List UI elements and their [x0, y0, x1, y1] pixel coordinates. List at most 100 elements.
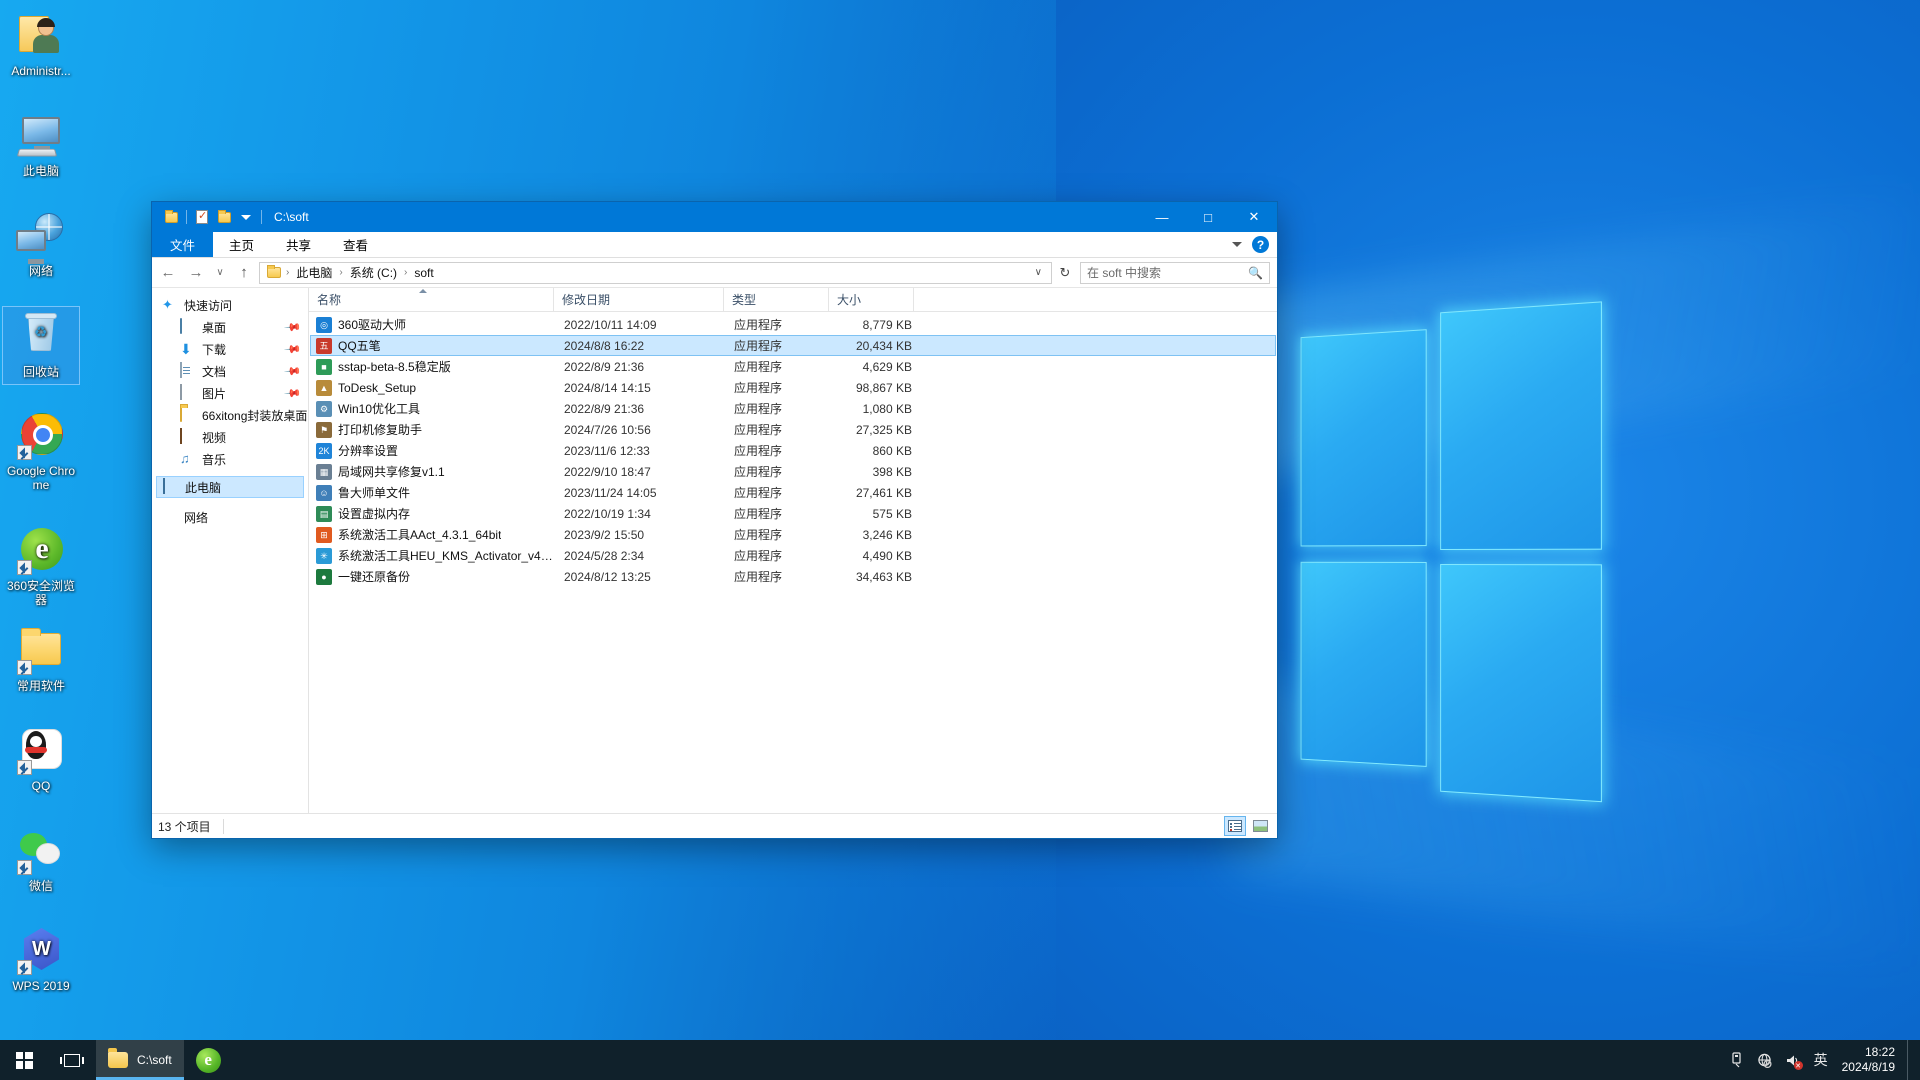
desktop-icon-recycle-bin[interactable]: ♻ 回收站: [2, 306, 80, 385]
customize-dropdown-icon[interactable]: [235, 206, 257, 228]
tab-share[interactable]: 共享: [270, 232, 327, 257]
task-view-button[interactable]: [48, 1040, 96, 1080]
ime-icon[interactable]: 英: [1808, 1040, 1834, 1080]
details-view-button[interactable]: [1224, 816, 1246, 836]
table-row[interactable]: ✳ 系统激活工具HEU_KMS_Activator_v42.... 2024/5/2…: [310, 545, 1276, 566]
tab-view[interactable]: 查看: [327, 232, 384, 257]
show-desktop-button[interactable]: [1907, 1040, 1914, 1080]
taskbar-item-360-browser[interactable]: e: [184, 1040, 233, 1080]
file-name-cell: ▤ 设置虚拟内存: [311, 505, 556, 522]
file-list-pane[interactable]: 名称 修改日期 类型 大小 ◎ 360驱动大师 2022/10/11 14:09 应用…: [309, 287, 1277, 813]
sidebar-item-downloads[interactable]: ⬇ 下载 📌: [152, 338, 308, 360]
file-type-cell: 应用程序: [734, 570, 783, 584]
refresh-button[interactable]: ↻: [1054, 262, 1076, 284]
mute-badge: ✕: [1793, 1061, 1803, 1070]
address-dropdown-icon[interactable]: ∨: [1030, 267, 1047, 278]
desktop-icon-network[interactable]: 网络: [2, 206, 80, 283]
desktop-icon-label: 常用软件: [16, 679, 65, 693]
desktop-icon-this-pc[interactable]: 此电脑: [2, 106, 80, 183]
navigation-pane[interactable]: ✦ 快速访问 桌面 📌 ⬇ 下载 📌 文档 📌 图片 📌 66xitong封装放…: [152, 288, 309, 813]
minimize-button[interactable]: —: [1139, 202, 1185, 232]
up-button[interactable]: ↑: [231, 261, 257, 285]
pin-icon[interactable]: 📌: [284, 340, 303, 358]
properties-icon[interactable]: [191, 206, 213, 228]
search-input[interactable]: 在 soft 中搜索 🔍: [1080, 261, 1270, 284]
volume-muted-icon[interactable]: ✕: [1780, 1040, 1806, 1080]
table-row[interactable]: 五 QQ五笔 2024/8/8 16:22 应用程序 20,434 KB: [310, 335, 1276, 356]
forward-button[interactable]: →: [183, 261, 209, 285]
sidebar-item-documents[interactable]: 文档 📌: [152, 360, 308, 382]
file-date-cell: 2022/8/9 21:36: [564, 401, 645, 416]
desktop-icon-label: Administr...: [11, 64, 71, 78]
pin-icon[interactable]: 📌: [284, 318, 303, 336]
file-type-cell: 应用程序: [734, 465, 783, 479]
address-bar[interactable]: › 此电脑 › 系统 (C:) › soft ∨: [259, 261, 1052, 284]
desktop-icon-360-browser[interactable]: e 360安全浏览器: [2, 521, 80, 612]
sidebar-item-66xitong[interactable]: 66xitong封装放桌面: [152, 404, 308, 426]
window-controls: — □ ✕: [1139, 202, 1277, 232]
table-row[interactable]: ☺ 鲁大师单文件 2023/11/24 14:05 应用程序 27,461 KB: [310, 482, 1276, 503]
table-row[interactable]: ⊞ 系统激活工具AAct_4.3.1_64bit 2023/9/2 15:50 应用程…: [310, 524, 1276, 545]
table-row[interactable]: 2K 分辨率设置 2023/11/6 12:33 应用程序 860 KB: [310, 440, 1276, 461]
table-row[interactable]: ⚑ 打印机修复助手 2024/7/26 10:56 应用程序 27,325 KB: [310, 419, 1276, 440]
maximize-button[interactable]: □: [1185, 202, 1231, 232]
qq-icon: [16, 725, 66, 775]
sidebar-item-quick-access[interactable]: ✦ 快速访问: [152, 294, 308, 316]
desktop-icon-wechat[interactable]: 微信: [2, 821, 80, 898]
breadcrumb-soft[interactable]: soft: [410, 266, 437, 280]
large-icons-view-button[interactable]: [1249, 816, 1271, 836]
table-row[interactable]: ▦ 局域网共享修复v1.1 2022/9/10 18:47 应用程序 398 KB: [310, 461, 1276, 482]
sidebar-item-pictures[interactable]: 图片 📌: [152, 382, 308, 404]
window-titlebar[interactable]: C:\soft — □ ✕: [152, 202, 1277, 232]
breadcrumb-this-pc[interactable]: 此电脑: [292, 264, 336, 281]
taskbar-item-explorer[interactable]: C:\soft: [96, 1040, 184, 1080]
recent-locations-button[interactable]: ∨: [211, 261, 229, 285]
pin-icon[interactable]: 📌: [284, 384, 303, 402]
table-row[interactable]: ▤ 设置虚拟内存 2022/10/19 1:34 应用程序 575 KB: [310, 503, 1276, 524]
sidebar-item-label: 下载: [202, 342, 227, 357]
desktop-icon-common-software[interactable]: 常用软件: [2, 621, 80, 698]
file-type-icon: ▲: [316, 379, 332, 396]
table-row[interactable]: ◎ 360驱动大师 2022/10/11 14:09 应用程序 8,779 KB: [310, 314, 1276, 335]
search-icon[interactable]: 🔍: [1248, 266, 1263, 280]
back-button[interactable]: ←: [155, 261, 181, 285]
taskbar-clock[interactable]: 18:22 2024/8/19: [1836, 1040, 1905, 1080]
tab-home[interactable]: 主页: [213, 232, 270, 257]
close-button[interactable]: ✕: [1231, 202, 1277, 232]
help-icon[interactable]: ?: [1252, 236, 1269, 253]
desktop-icon-qq[interactable]: QQ: [2, 721, 80, 798]
start-button[interactable]: [0, 1040, 48, 1080]
folder-icon[interactable]: [160, 206, 182, 228]
desktop-icon-wps-2019[interactable]: W WPS 2019: [2, 921, 80, 998]
windows-logo-wallpaper: [1300, 301, 1602, 812]
table-row[interactable]: ⚙ Win10优化工具 2022/8/9 21:36 应用程序 1,080 KB: [310, 398, 1276, 419]
taskbar[interactable]: C:\soft e ✕ 英 18:22 2024/8/19: [0, 1040, 1920, 1080]
sidebar-item-label: 快速访问: [184, 298, 233, 313]
usb-eject-icon[interactable]: [1724, 1040, 1750, 1080]
sidebar-item-network[interactable]: 网络: [152, 506, 308, 528]
chevron-down-icon[interactable]: [1232, 242, 1242, 247]
file-type-cell: 应用程序: [734, 549, 783, 563]
pin-icon[interactable]: 📌: [284, 362, 303, 380]
sidebar-item-this-pc[interactable]: 此电脑: [156, 476, 304, 498]
network-disconnected-icon[interactable]: [1752, 1040, 1778, 1080]
tab-file[interactable]: 文件: [152, 232, 214, 257]
column-header-type[interactable]: 类型: [724, 287, 829, 312]
table-row[interactable]: ▲ ToDesk_Setup 2024/8/14 14:15 应用程序 98,867 K…: [310, 377, 1276, 398]
new-folder-icon[interactable]: [213, 206, 235, 228]
column-header-name[interactable]: 名称: [309, 287, 554, 312]
sidebar-item-desktop[interactable]: 桌面 📌: [152, 316, 308, 338]
breadcrumb-system-c[interactable]: 系统 (C:): [346, 264, 401, 281]
file-explorer-window[interactable]: C:\soft — □ ✕ 文件 主页 共享 查看 ? ← → ∨ ↑ › 此电…: [152, 202, 1277, 838]
table-row[interactable]: ■ sstap-beta-8.5稳定版 2022/8/9 21:36 应用程序 4,62…: [310, 356, 1276, 377]
column-header-size[interactable]: 大小: [829, 287, 914, 312]
file-size-cell: 27,325 KB: [855, 422, 912, 437]
file-name-label: 360驱动大师: [338, 318, 407, 332]
table-row[interactable]: ● 一键还原备份 2024/8/12 13:25 应用程序 34,463 KB: [310, 566, 1276, 587]
sidebar-item-videos[interactable]: 视频: [152, 426, 308, 448]
desktop-icon-google-chrome[interactable]: Google Chrome: [2, 406, 80, 497]
desktop-icon-administrator[interactable]: Administr...: [2, 6, 80, 83]
file-list[interactable]: ◎ 360驱动大师 2022/10/11 14:09 应用程序 8,779 KB 五 QQ五…: [309, 312, 1277, 813]
sidebar-item-music[interactable]: ♫ 音乐: [152, 448, 308, 470]
column-header-date-modified[interactable]: 修改日期: [554, 287, 724, 312]
